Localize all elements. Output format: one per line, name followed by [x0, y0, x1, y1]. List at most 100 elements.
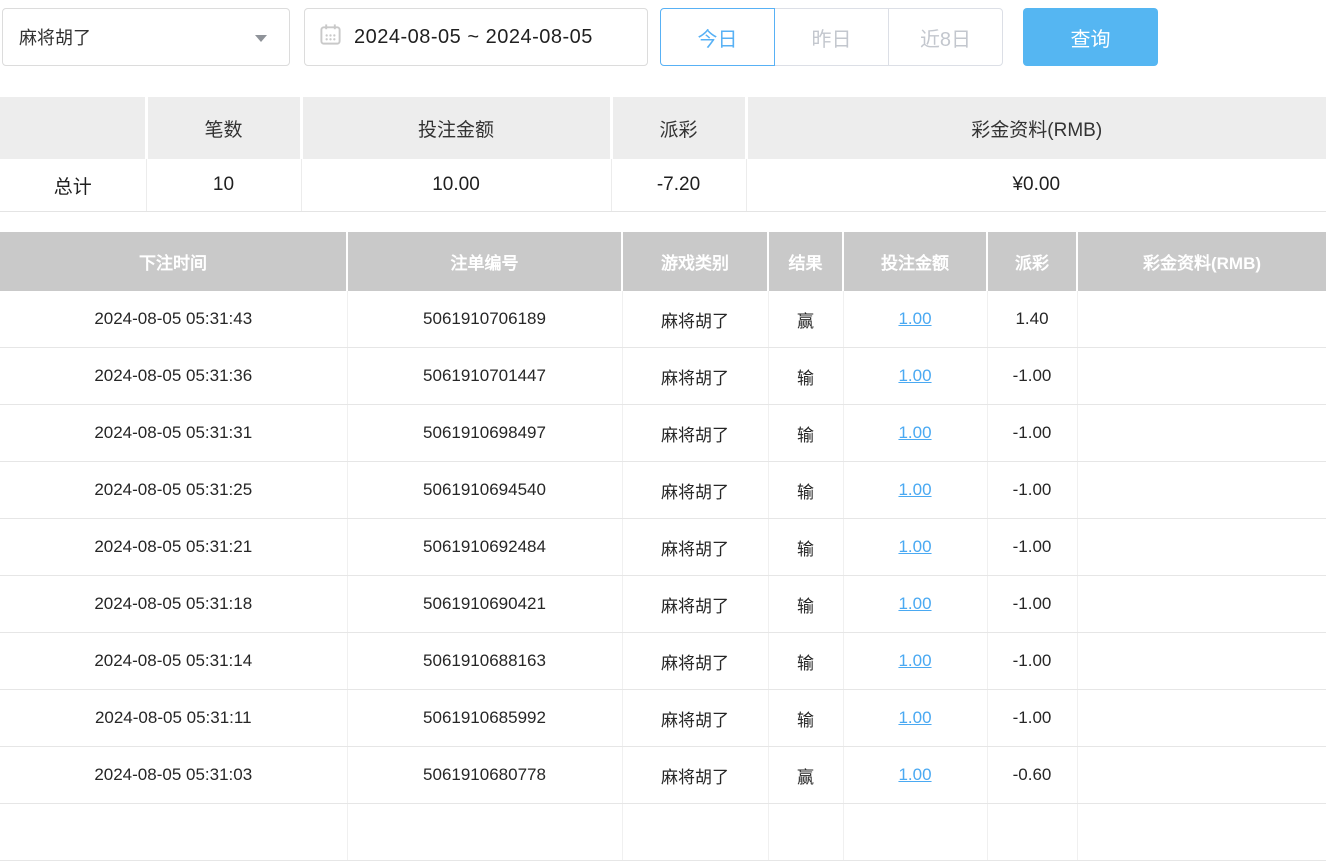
col-header-bonus: 彩金资料(RMB): [1077, 232, 1326, 291]
cell-result: 输: [768, 690, 843, 747]
table-row: 2024-08-05 05:31:115061910685992麻将胡了输 1.0…: [0, 690, 1326, 747]
cell-bonus: [1077, 576, 1326, 633]
quick-date-tabs: 今日 昨日 近8日: [660, 8, 1003, 66]
tab-yesterday-label: 昨日: [812, 23, 852, 52]
cell-bet-time: 2024-08-05 05:31:11: [0, 690, 347, 747]
col-header-game-type: 游戏类别: [622, 232, 768, 291]
table-row: 2024-08-05 05:31:315061910698497麻将胡了输1.0…: [0, 405, 1326, 462]
summary-count-value: 10: [146, 159, 301, 212]
chevron-down-icon: [255, 35, 267, 42]
cell-order-id: 5061910688163: [347, 633, 622, 690]
cell-result: 输: [768, 576, 843, 633]
table-row: 2024-08-05 05:31:215061910692484麻将胡了输1.0…: [0, 519, 1326, 576]
tab-today[interactable]: 今日: [660, 8, 775, 66]
cell-game-type: 麻将胡了: [622, 633, 768, 690]
game-select-value: 麻将胡了: [19, 24, 91, 50]
cell-game-type: 麻将胡了: [622, 462, 768, 519]
table-row: 2024-08-05 05:31:185061910690421麻将胡了输1.0…: [0, 576, 1326, 633]
cell-payout: 1.40: [987, 291, 1077, 348]
cell-bonus: [1077, 690, 1326, 747]
bet-amount-link[interactable]: 1.00: [898, 309, 931, 328]
cell-result: 赢: [768, 747, 843, 804]
cell-bet-amount: 1.00: [843, 348, 987, 405]
cell-order-id: 5061910685992: [347, 690, 622, 747]
table-row-partial: [0, 804, 1326, 861]
cell-bet-time: 2024-08-05 05:31:18: [0, 576, 347, 633]
cell-payout: -1.00: [987, 576, 1077, 633]
cell-bonus: [1077, 348, 1326, 405]
cell-result: 输: [768, 633, 843, 690]
table-row: 2024-08-05 05:31:035061910680778麻将胡了赢 1.0…: [0, 747, 1326, 804]
cell-game-type: 麻将胡了: [622, 747, 768, 804]
cell-order-id: [347, 804, 622, 861]
cell-bonus: [1077, 747, 1326, 804]
cell-bonus: [1077, 462, 1326, 519]
cell-bet-amount: 1.00: [843, 633, 987, 690]
calendar-icon: [319, 23, 342, 51]
summary-bonus-value: ¥0.00: [746, 159, 1326, 212]
cell-bet-time: [0, 804, 347, 861]
bet-amount-link[interactable]: 1.00: [898, 423, 931, 442]
cell-bonus: [1077, 804, 1326, 861]
summary-total-row: 总计 10 10.00 -7.20 ¥0.00: [0, 159, 1326, 212]
bet-amount-link[interactable]: 1.00: [898, 708, 931, 727]
tab-last8days[interactable]: 近8日: [888, 8, 1003, 66]
cell-bonus: [1077, 291, 1326, 348]
filter-bar: 麻将胡了 2024-08-05 ~ 2024-08-05 今日 昨日 近8日: [2, 8, 1326, 66]
cell-bet-amount: 1.00: [843, 405, 987, 462]
cell-game-type: 麻将胡了: [622, 690, 768, 747]
table-row: 2024-08-05 05:31:255061910694540麻将胡了输1.0…: [0, 462, 1326, 519]
summary-header-payout: 派彩: [611, 97, 746, 159]
cell-payout: -1.00: [987, 690, 1077, 747]
cell-payout: -1.00: [987, 462, 1077, 519]
bet-amount-link[interactable]: 1.00: [898, 594, 931, 613]
bet-amount-link[interactable]: 1.00: [898, 651, 931, 670]
summary-header-row: 笔数 投注金额 派彩 彩金资料(RMB): [0, 97, 1326, 159]
bet-amount-link[interactable]: 1.00: [898, 537, 931, 556]
cell-bet-amount: 1.00: [843, 576, 987, 633]
cell-bet-time: 2024-08-05 05:31:21: [0, 519, 347, 576]
cell-bet-time: 2024-08-05 05:31:03: [0, 747, 347, 804]
cell-payout: -1.00: [987, 633, 1077, 690]
cell-order-id: 5061910680778: [347, 747, 622, 804]
cell-payout: -1.00: [987, 519, 1077, 576]
cell-game-type: 麻将胡了: [622, 519, 768, 576]
tab-yesterday[interactable]: 昨日: [774, 8, 889, 66]
records-table: 下注时间 注单编号 游戏类别 结果 投注金额 派彩 彩金资料(RMB) 2024…: [0, 232, 1326, 861]
bet-amount-link[interactable]: 1.00: [898, 480, 931, 499]
tab-last8days-label: 近8日: [920, 23, 971, 52]
date-range-picker[interactable]: 2024-08-05 ~ 2024-08-05: [304, 8, 648, 66]
table-row: 2024-08-05 05:31:145061910688163麻将胡了输1.0…: [0, 633, 1326, 690]
col-header-order-id: 注单编号: [347, 232, 622, 291]
col-header-bet-time: 下注时间: [0, 232, 347, 291]
tab-today-label: 今日: [698, 23, 738, 52]
cell-game-type: 麻将胡了: [622, 576, 768, 633]
query-button[interactable]: 查询: [1023, 8, 1158, 66]
records-header-row: 下注时间 注单编号 游戏类别 结果 投注金额 派彩 彩金资料(RMB): [0, 232, 1326, 291]
cell-order-id: 5061910698497: [347, 405, 622, 462]
cell-game-type: 麻将胡了: [622, 348, 768, 405]
cell-result: 输: [768, 405, 843, 462]
cell-bet-time: 2024-08-05 05:31:36: [0, 348, 347, 405]
cell-payout: -1.00: [987, 348, 1077, 405]
cell-bet-time: 2024-08-05 05:31:31: [0, 405, 347, 462]
cell-result: [768, 804, 843, 861]
game-select[interactable]: 麻将胡了: [2, 8, 290, 66]
summary-table: 笔数 投注金额 派彩 彩金资料(RMB) 总计 10 10.00 -7.20 ¥…: [0, 97, 1326, 212]
summary-payout-value: -7.20: [611, 159, 746, 212]
cell-game-type: [622, 804, 768, 861]
cell-bet-amount: 1.00: [843, 462, 987, 519]
cell-bonus: [1077, 405, 1326, 462]
cell-payout: [987, 804, 1077, 861]
summary-header-blank: [0, 97, 146, 159]
cell-bet-amount: 1.00: [843, 519, 987, 576]
cell-bet-time: 2024-08-05 05:31:43: [0, 291, 347, 348]
col-header-result: 结果: [768, 232, 843, 291]
bet-amount-link[interactable]: 1.00: [898, 765, 931, 784]
bet-amount-link[interactable]: 1.00: [898, 366, 931, 385]
cell-bet-amount: 1.00: [843, 747, 987, 804]
cell-result: 输: [768, 519, 843, 576]
col-header-payout: 派彩: [987, 232, 1077, 291]
cell-order-id: 5061910694540: [347, 462, 622, 519]
cell-bonus: [1077, 519, 1326, 576]
